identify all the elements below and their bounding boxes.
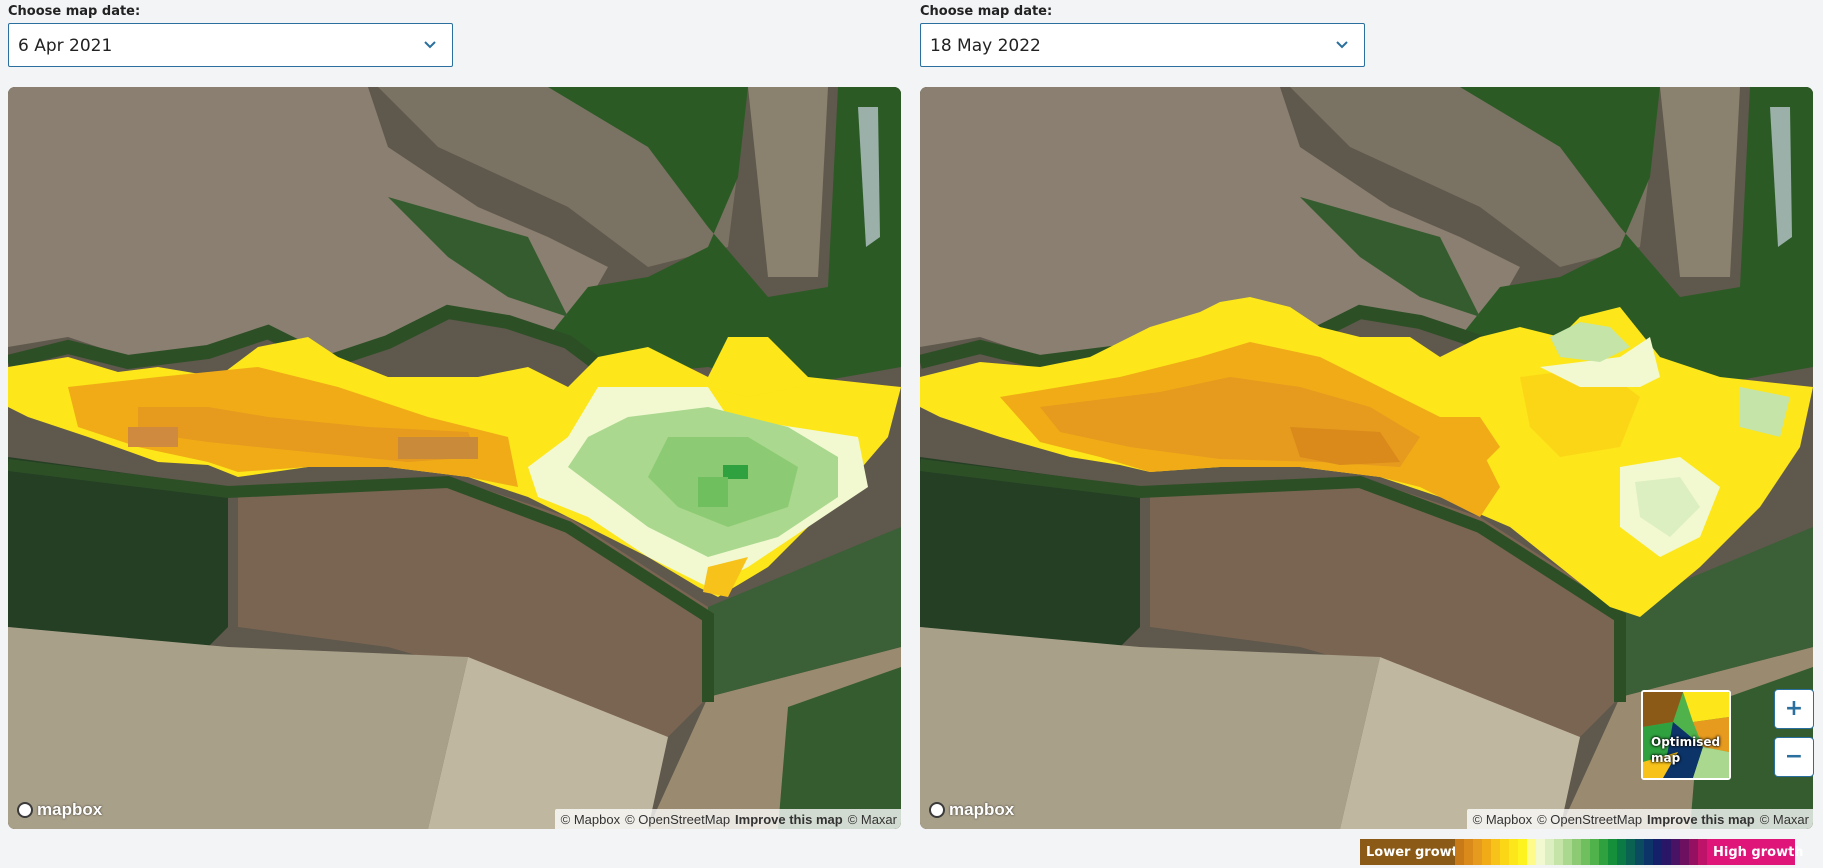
mapbox-icon [17,802,33,818]
legend-swatch [1689,839,1698,865]
zoom-in-button[interactable]: + [1774,689,1814,729]
legend-swatch [1599,839,1608,865]
legend-swatch [1626,839,1635,865]
legend-color-ramp [1455,839,1707,865]
legend-swatch [1509,839,1518,865]
plus-icon: + [1784,696,1804,721]
legend-swatch [1500,839,1509,865]
legend-swatch [1527,839,1536,865]
chevron-down-icon [424,41,436,49]
attribution-osm[interactable]: © OpenStreetMap [1537,812,1642,827]
attribution-maxar[interactable]: © Maxar [848,812,897,827]
right-map-canvas[interactable]: mapbox Optimised map © Mapbox © OpenStre… [920,87,1813,829]
legend-low-label: Lower growth [1360,839,1467,865]
growth-legend: Lower growth High growth [1360,839,1804,865]
legend-swatch [1572,839,1581,865]
attribution-mapbox[interactable]: © Mapbox [1473,812,1532,827]
right-selected-date: 18 May 2022 [930,36,1041,56]
legend-swatch [1680,839,1689,865]
legend-swatch [1554,839,1563,865]
legend-swatch [1482,839,1491,865]
attribution-maxar[interactable]: © Maxar [1760,812,1809,827]
mapbox-logo-text: mapbox [949,800,1015,819]
legend-swatch [1581,839,1590,865]
mapbox-logo[interactable]: mapbox [17,799,102,821]
left-date-label: Choose map date: [8,4,141,19]
optimised-map-toggle[interactable]: Optimised map [1641,690,1731,780]
map-attribution: © Mapbox © OpenStreetMap Improve this ma… [554,809,901,829]
mapbox-logo-text: mapbox [37,800,103,819]
zoom-out-button[interactable]: − [1774,737,1814,777]
attribution-osm[interactable]: © OpenStreetMap [625,812,730,827]
legend-high-label: High growth [1707,839,1804,865]
minus-icon: − [1784,744,1804,769]
legend-swatch [1590,839,1599,865]
optimised-map-label: Optimised map [1651,735,1721,765]
map-attribution: © Mapbox © OpenStreetMap Improve this ma… [1466,809,1813,829]
legend-swatch [1617,839,1626,865]
right-date-label: Choose map date: [920,4,1053,19]
satellite-imagery [8,87,901,829]
left-selected-date: 6 Apr 2021 [18,36,113,56]
legend-swatch [1536,839,1545,865]
legend-swatch [1653,839,1662,865]
left-map-canvas[interactable]: mapbox © Mapbox © OpenStreetMap Improve … [8,87,901,829]
legend-swatch [1545,839,1554,865]
legend-swatch [1473,839,1482,865]
legend-swatch [1698,839,1707,865]
mapbox-logo[interactable]: mapbox [929,799,1014,821]
legend-swatch [1635,839,1644,865]
legend-swatch [1518,839,1527,865]
improve-map-link[interactable]: Improve this map [735,812,843,827]
chevron-down-icon [1336,41,1348,49]
attribution-mapbox[interactable]: © Mapbox [561,812,620,827]
legend-swatch [1464,839,1473,865]
legend-swatch [1608,839,1617,865]
legend-swatch [1671,839,1680,865]
legend-swatch [1662,839,1671,865]
legend-swatch [1491,839,1500,865]
left-date-select[interactable]: 6 Apr 2021 [8,23,453,67]
legend-swatch [1644,839,1653,865]
right-date-select[interactable]: 18 May 2022 [920,23,1365,67]
improve-map-link[interactable]: Improve this map [1647,812,1755,827]
legend-swatch [1455,839,1464,865]
legend-swatch [1563,839,1572,865]
mapbox-icon [929,802,945,818]
